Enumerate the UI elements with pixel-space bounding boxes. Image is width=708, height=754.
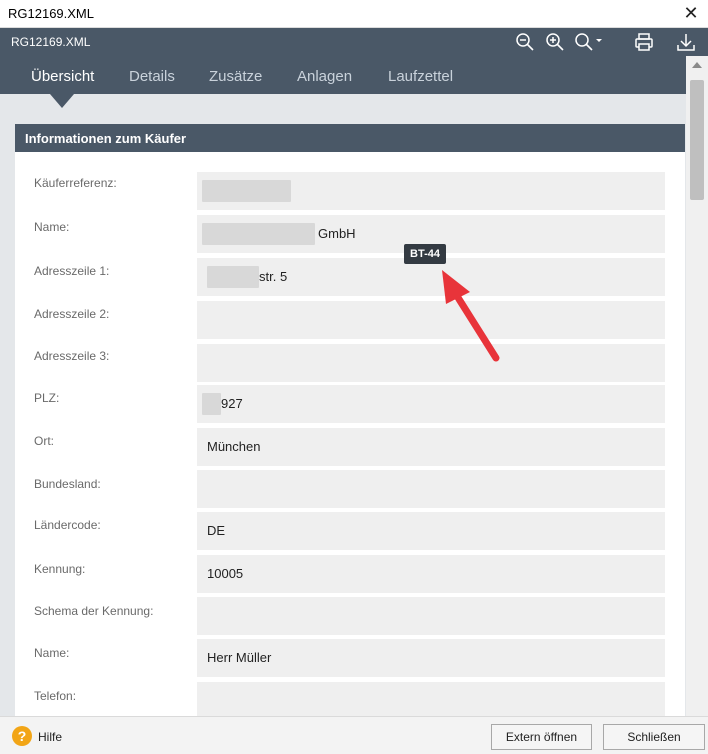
field-label: PLZ: (34, 391, 60, 405)
redacted-block (207, 266, 259, 288)
buyer-info-panel: Informationen zum Käufer Käuferreferenz:… (15, 124, 685, 716)
field-label: Ort: (34, 434, 54, 448)
field-label: Käuferreferenz: (34, 176, 117, 190)
active-tab-indicator (50, 94, 74, 108)
scroll-thumb[interactable] (690, 80, 704, 200)
redacted-block (202, 180, 291, 202)
field-value-schema-der-kennung[interactable] (197, 597, 665, 635)
field-label: Bundesland: (34, 477, 101, 491)
field-label: Telefon: (34, 689, 77, 703)
field-label: Ländercode: (34, 518, 101, 532)
help-icon[interactable]: ? (12, 726, 32, 746)
tab-anlagen[interactable]: Anlagen (297, 68, 352, 85)
extern-open-button[interactable]: Extern öffnen (491, 724, 592, 750)
field-label: Name: (34, 220, 70, 234)
field-label: Adresszeile 1: (34, 264, 110, 278)
annotation-arrow-icon (442, 270, 500, 362)
field-label: Schema der Kennung: (34, 604, 154, 618)
redacted-block (202, 223, 315, 245)
tab-bar: Übersicht Details Zusätze Anlagen Laufze… (0, 56, 708, 94)
field-label: Kennung: (34, 562, 86, 576)
help-label[interactable]: Hilfe (38, 730, 62, 744)
field-label: Name: (34, 646, 70, 660)
content-area: Informationen zum Käufer Käuferreferenz:… (0, 94, 686, 716)
zoom-in-icon[interactable] (543, 31, 567, 53)
field-value-ort[interactable]: München (197, 428, 665, 466)
field-value-kontakt-name[interactable]: Herr Müller (197, 639, 665, 677)
close-icon[interactable]: ✕ (680, 2, 702, 24)
tab-laufzettel[interactable]: Laufzettel (388, 68, 453, 85)
field-value-kennung[interactable]: 10005 (197, 555, 665, 593)
bt-tooltip: BT-44 (404, 244, 446, 264)
scroll-up-icon[interactable] (692, 62, 702, 68)
zoom-menu-icon[interactable] (573, 31, 607, 53)
print-icon[interactable] (632, 31, 656, 53)
document-toolbar: RG12169.XML (0, 28, 708, 56)
field-label: Adresszeile 2: (34, 307, 110, 321)
close-button[interactable]: Schließen (603, 724, 705, 750)
field-value-telefon[interactable] (197, 682, 665, 716)
field-value-laendercode[interactable]: DE (197, 512, 665, 550)
window-titlebar: RG12169.XML ✕ (0, 0, 708, 28)
redacted-block (202, 393, 221, 415)
vertical-scrollbar[interactable] (686, 56, 708, 716)
download-icon[interactable] (674, 31, 698, 53)
tab-uebersicht[interactable]: Übersicht (31, 68, 94, 85)
section-header: Informationen zum Käufer (15, 124, 685, 152)
window-title: RG12169.XML (8, 6, 94, 21)
zoom-out-icon[interactable] (513, 31, 537, 53)
tab-details[interactable]: Details (129, 68, 175, 85)
document-name: RG12169.XML (11, 35, 91, 49)
dialog-footer: ? Hilfe Extern öffnen Schließen (0, 716, 708, 754)
field-label: Adresszeile 3: (34, 349, 110, 363)
tab-zusaetze[interactable]: Zusätze (209, 68, 262, 85)
field-value-plz[interactable]: 927 (197, 385, 665, 423)
field-value-bundesland[interactable] (197, 470, 665, 508)
field-value-kaeuferreferenz[interactable] (197, 172, 665, 210)
